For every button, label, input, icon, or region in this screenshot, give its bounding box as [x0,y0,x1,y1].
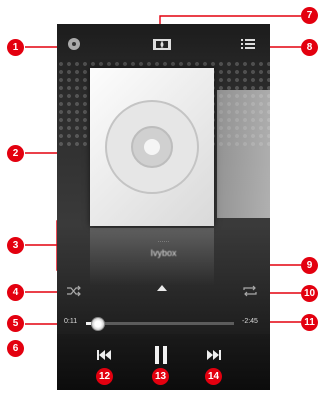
callout-9: 9 [301,257,318,274]
callout-5: 5 [7,315,24,332]
next-icon[interactable] [206,348,222,367]
callout-8: 8 [301,39,318,56]
disc-icon[interactable] [66,36,82,52]
callout-6: 6 [7,340,24,357]
callout-10: 10 [301,285,318,302]
elapsed-time: 0:11 [64,318,78,325]
cd-art-icon [105,100,199,194]
previous-icon[interactable] [96,348,112,367]
callout-4: 4 [7,284,24,301]
callout-2: 2 [7,145,24,162]
callout-13: 13 [152,368,169,385]
top-bar [57,24,270,64]
callout-3: 3 [7,237,24,254]
callout-11: 11 [301,314,318,331]
shuffle-icon[interactable] [66,284,82,297]
track-title: Ivybox [150,248,177,258]
remaining-time: -2:45 [242,318,258,325]
playlist-icon[interactable] [240,36,256,52]
callout-1: 1 [7,39,24,56]
callout-7: 7 [301,7,318,24]
next-album-cover[interactable] [217,90,270,218]
dolby-icon[interactable] [152,36,172,52]
callout-12: 12 [96,368,113,385]
progress-thumb[interactable] [90,317,105,331]
repeat-icon[interactable] [242,284,258,297]
progress-bar[interactable] [86,317,234,331]
track-artist: ...... [157,237,170,244]
callout-14: 14 [205,368,222,385]
music-player-screen: ...... Ivybox 0:11 -2:45 [57,24,270,390]
pause-icon[interactable] [153,345,169,370]
arrow-up-icon[interactable] [157,285,167,291]
album-cover[interactable] [90,68,214,226]
